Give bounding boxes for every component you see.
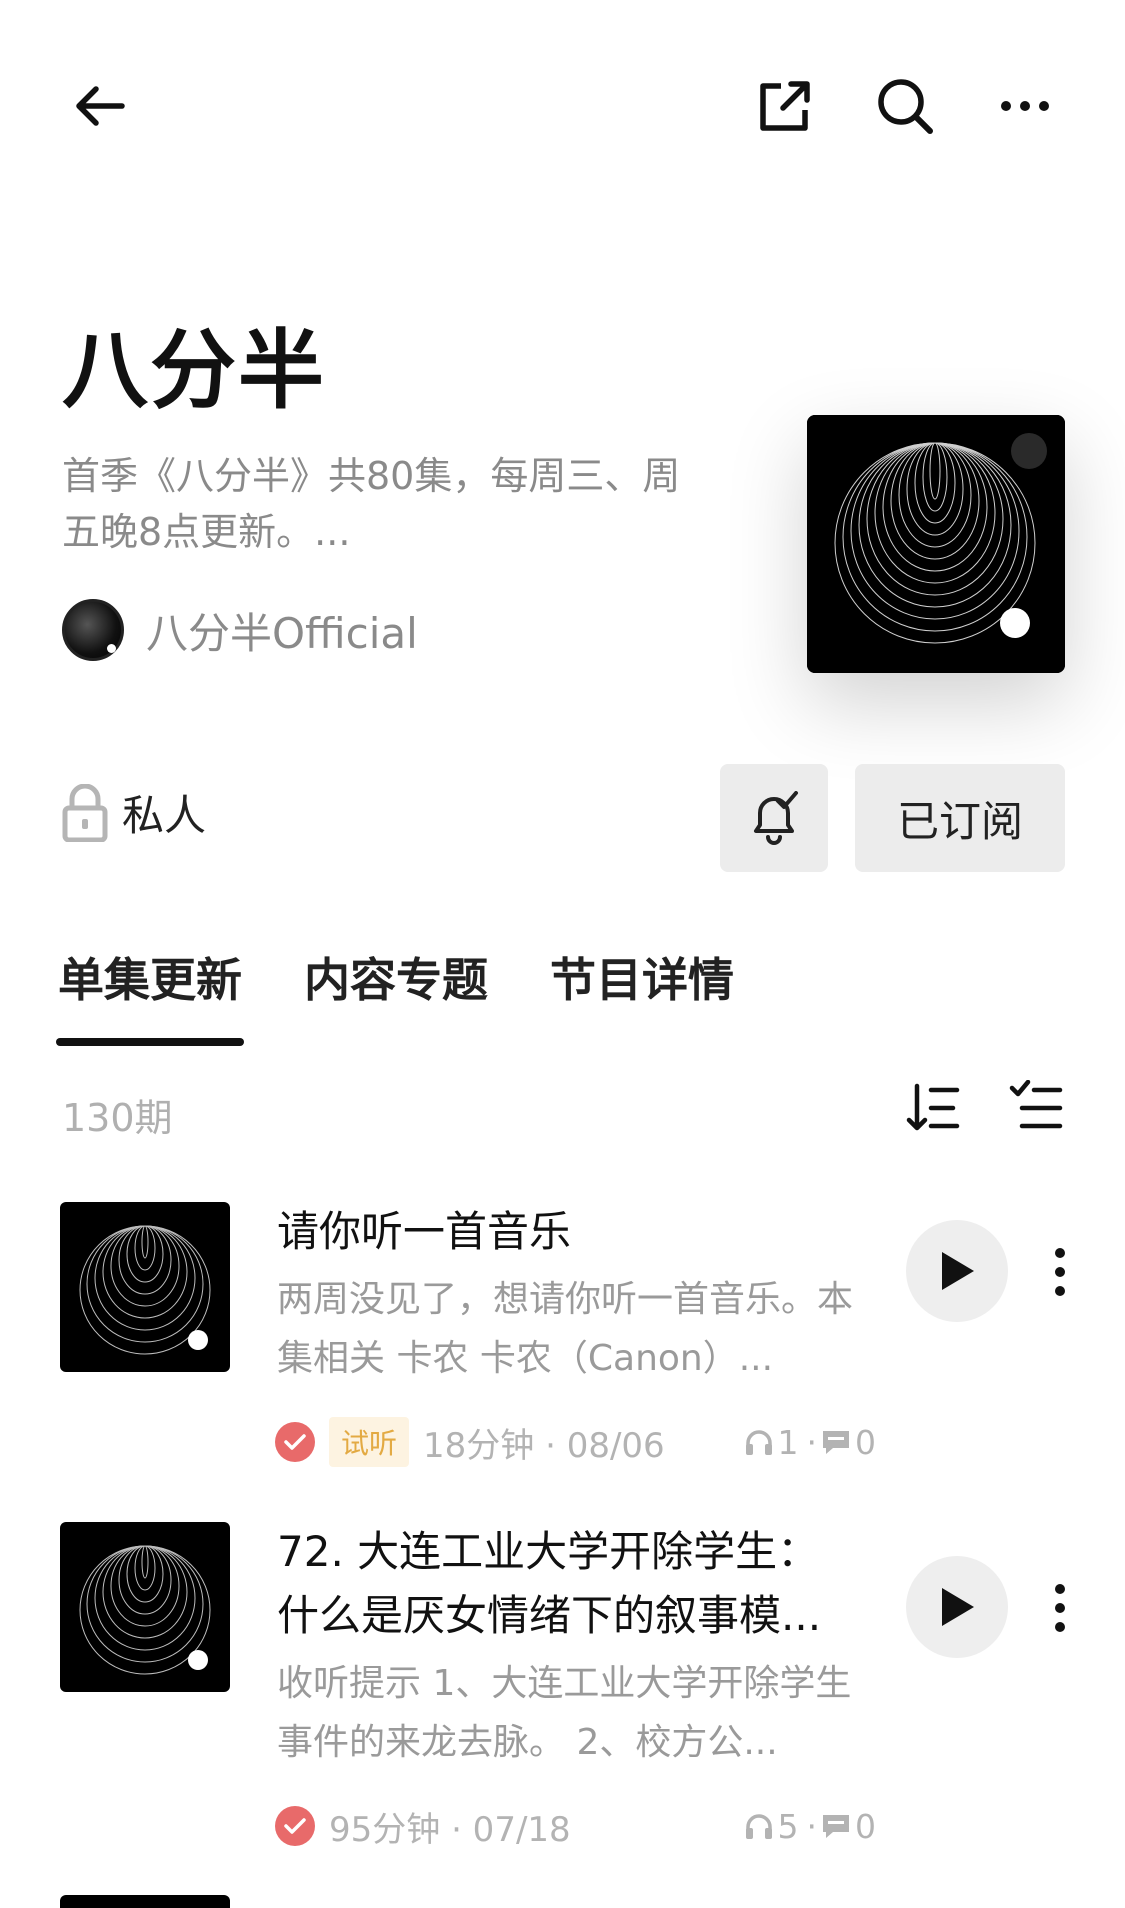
more-icon <box>1001 101 1049 111</box>
episode-cover-art <box>79 1225 211 1355</box>
play-button[interactable] <box>906 1220 1008 1322</box>
top-bar <box>0 0 1125 200</box>
episode-count: 130期 <box>62 1096 173 1140</box>
play-count: 5 <box>777 1806 799 1846</box>
episode-cover-art <box>79 1545 211 1675</box>
trial-badge: 试听 <box>329 1417 410 1467</box>
episode-more-button[interactable] <box>1040 1232 1080 1312</box>
play-button[interactable] <box>906 1556 1008 1658</box>
privacy-label: 私人 <box>122 791 207 840</box>
cover-sphere-art <box>807 415 1065 673</box>
podcast-title: 八分半 <box>62 321 326 421</box>
more-button[interactable] <box>985 66 1065 146</box>
kebab-icon <box>1055 1248 1065 1296</box>
episode-item[interactable]: 请你听一首音乐 两周没见了，想请你听一首音乐。本集相关 卡农 卡农（Canon）… <box>0 1202 1125 1492</box>
back-button[interactable] <box>60 66 140 146</box>
episode-meta: 试听 18分钟 · 08/06 1 · 0 <box>275 1416 876 1468</box>
episode-duration-date: 95分钟 · 07/18 <box>329 1809 571 1850</box>
episode-title: 请你听一首音乐 <box>277 1207 572 1256</box>
episode-description: 收听提示 1、大连工业大学开除学生事件的来龙去脉。 2、校方公... <box>277 1663 852 1763</box>
notification-button[interactable] <box>720 764 828 872</box>
episode-meta: 95分钟 · 07/18 5 · 0 <box>275 1800 876 1852</box>
comment-count: 0 <box>855 1806 876 1846</box>
episode-title: 72. 大连工业大学开除学生：什么是厌女情绪下的叙事模... <box>277 1527 822 1640</box>
episode-description: 两周没见了，想请你听一首音乐。本集相关 卡农 卡农（Canon）... <box>277 1279 854 1379</box>
subscribe-button[interactable]: 已订阅 <box>855 764 1065 872</box>
podcast-cover <box>807 415 1065 673</box>
bell-check-icon <box>754 791 798 845</box>
privacy-indicator: 私人 <box>62 782 206 843</box>
stats-separator: · <box>806 1806 818 1846</box>
episode-item[interactable]: 72. 大连工业大学开除学生：什么是厌女情绪下的叙事模... 收听提示 1、大连… <box>0 1522 1125 1882</box>
headphones-icon <box>745 1814 772 1839</box>
podcast-page: 八分半 首季《八分半》共80集，每周三、周五晚8点更新。... 八分半Offic… <box>0 0 1125 1908</box>
play-icon <box>942 1252 974 1290</box>
sort-icon <box>906 1083 960 1131</box>
select-episodes-button[interactable] <box>1008 1079 1064 1136</box>
comment-count: 0 <box>855 1422 876 1462</box>
podcast-description[interactable]: 首季《八分半》共80集，每周三、周五晚8点更新。... <box>62 448 702 560</box>
share-icon <box>760 81 810 131</box>
played-check-icon <box>275 1806 315 1846</box>
tab-topics[interactable]: 内容专题 <box>304 944 488 1046</box>
tab-episodes[interactable]: 单集更新 <box>56 944 244 1046</box>
tab-bar: 单集更新 内容专题 节目详情 <box>56 944 796 1046</box>
episode-duration-date: 18分钟 · 08/06 <box>423 1425 665 1466</box>
stats-separator: · <box>806 1422 818 1462</box>
episode-more-button[interactable] <box>1040 1568 1080 1648</box>
filter-check-icon <box>1009 1079 1063 1129</box>
headphones-icon <box>745 1430 772 1455</box>
played-check-icon <box>275 1422 315 1462</box>
search-button[interactable] <box>865 66 945 146</box>
kebab-icon <box>1055 1584 1065 1632</box>
episode-stats: 1 · 0 <box>744 1423 881 1462</box>
episode-stats: 5 · 0 <box>744 1807 881 1846</box>
play-count: 1 <box>777 1422 799 1462</box>
sort-button[interactable] <box>905 1080 961 1136</box>
author-row[interactable]: 八分半Official <box>62 598 418 662</box>
tab-details[interactable]: 节目详情 <box>550 944 734 1046</box>
back-arrow-icon <box>76 86 125 126</box>
next-episode-cover-peek <box>60 1895 230 1908</box>
lock-icon <box>62 783 108 842</box>
episode-cover <box>60 1522 230 1692</box>
search-icon <box>878 79 933 134</box>
comment-icon <box>823 1431 849 1454</box>
play-icon <box>942 1588 974 1626</box>
episode-cover <box>60 1202 230 1372</box>
share-button[interactable] <box>745 66 825 146</box>
comment-icon <box>823 1815 849 1838</box>
author-name: 八分半Official <box>146 608 418 658</box>
author-avatar <box>62 599 124 661</box>
